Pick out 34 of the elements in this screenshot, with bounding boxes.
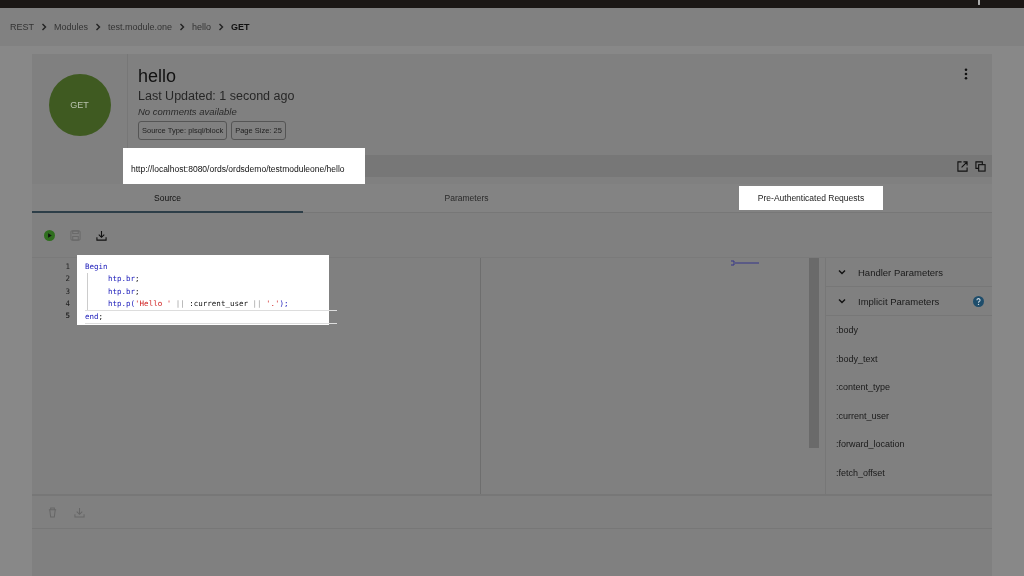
help-icon[interactable] [973,295,984,307]
download-icon[interactable] [96,229,107,241]
chevron-icon [218,23,225,31]
url-field[interactable]: http://localhost:8080/ords/ordsdemo/testmoduleone/hello [123,148,365,184]
run-icon[interactable] [44,229,55,241]
method-badge: GET [48,73,111,136]
comments-text: No comments available [138,106,238,117]
handler-title: hello [138,65,177,87]
chevron-icon [95,23,102,31]
tab[interactable]: Pre-Authenticated Requests [630,184,992,213]
chevron-icon [179,23,186,31]
last-updated-text: Last Updated: 1 second ago [138,89,296,103]
more-options-icon[interactable] [964,68,968,80]
parameter-item[interactable]: :body_text [826,344,992,373]
breadcrumb-link[interactable]: hello [192,22,212,32]
parameter-item[interactable]: :fetch_offset [826,458,992,487]
parameter-item[interactable]: :forward_location [826,430,992,459]
tab[interactable]: Source [32,184,303,213]
chevron-icon [41,23,47,31]
copy-icon[interactable] [975,160,986,172]
breadcrumb-current: GET [231,22,250,32]
accordion-header[interactable]: Implicit Parameters [826,287,940,315]
external-link-icon[interactable] [957,160,968,172]
breadcrumb-link[interactable]: Modules [54,22,89,32]
minimap-drawing [730,260,760,266]
parameter-item[interactable]: :body [826,316,992,345]
tab[interactable]: Parameters [303,184,630,213]
parameter-item[interactable]: :content_type [826,373,992,402]
chevron-down-icon[interactable] [838,298,846,304]
breadcrumb-link[interactable]: test.module.one [108,22,173,32]
chevron-down-icon[interactable] [838,269,846,275]
parameter-item[interactable]: :current_user [826,401,992,430]
accordion-header[interactable]: Handler Parameters [826,258,943,286]
breadcrumb-link[interactable]: REST [10,22,34,32]
